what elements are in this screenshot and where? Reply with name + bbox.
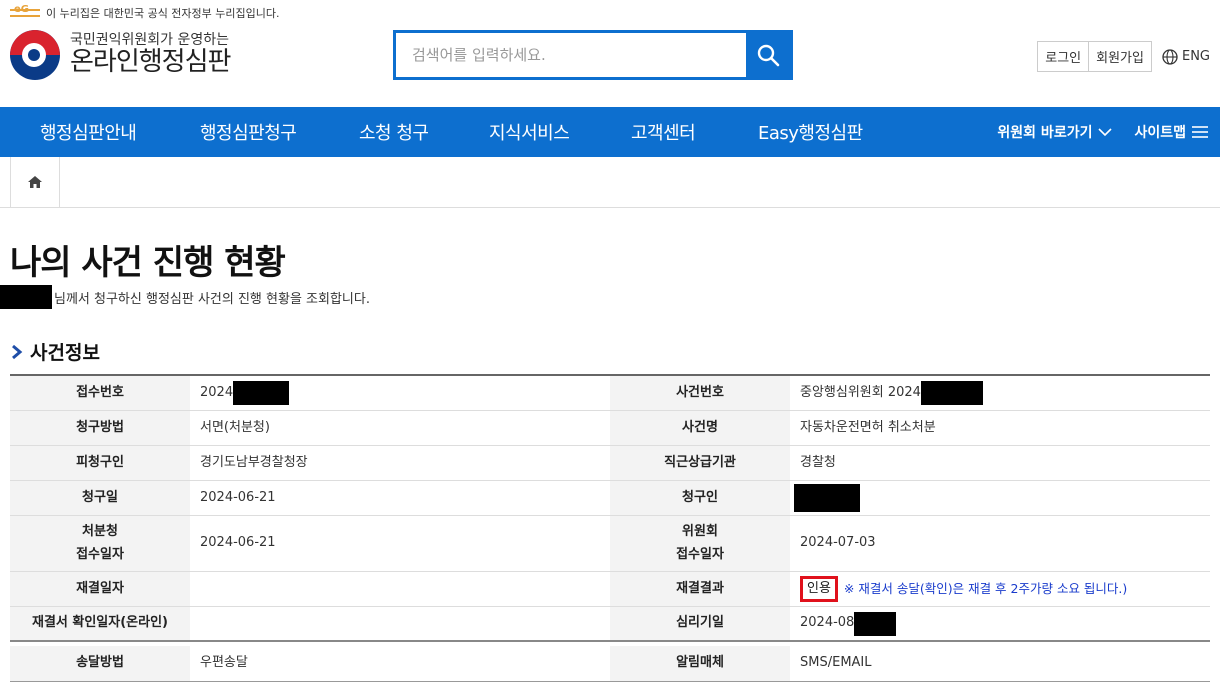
case-no-text: 중앙행심위원회 2024 [800, 384, 921, 400]
site-logo[interactable]: 국민권익위원회가 운영하는 온라인행정심판 [10, 30, 231, 80]
table-row: 피청구인 경기도남부경찰청장 직근상급기관 경찰청 [10, 446, 1210, 481]
search-box [393, 30, 793, 80]
table-row: 청구방법 서면(처분청) 사건명 자동차운전면허 취소처분 [10, 411, 1210, 446]
table-row: 송달방법 우편송달 알림매체 SMS/EMAIL [10, 646, 1210, 682]
page-description: 님께서 청구하신 행정심판 사건의 진행 현황을 조회합니다. [0, 285, 370, 309]
receipt-no-text: 2024 [200, 384, 234, 400]
label-agency-date: 처분청접수일자 [10, 516, 190, 571]
table-row: 접수번호 2024 사건번호 중앙행심위원회 2024 [10, 376, 1210, 411]
table-row: 처분청접수일자 2024-06-21 위원회접수일자 2024-07-03 [10, 516, 1210, 572]
search-input[interactable] [396, 33, 746, 77]
chevron-down-icon [1098, 128, 1113, 137]
case-info-table: 접수번호 2024 사건번호 중앙행심위원회 2024 청구방법 서면(처분청)… [10, 374, 1210, 682]
value-claim-date: 2024-06-21 [200, 489, 276, 505]
eg-logo-icon: eG [10, 4, 40, 19]
label-line: 접수일자 [76, 546, 124, 562]
value-notify: SMS/EMAIL [800, 655, 872, 671]
value-respondent: 경기도남부경찰청장 [200, 454, 308, 470]
sitemap-button[interactable]: 사이트맵 [1134, 122, 1208, 142]
value-ruling-date [190, 572, 610, 606]
home-button[interactable] [10, 157, 60, 207]
value-delivery: 우편송달 [200, 655, 248, 671]
login-button[interactable]: 로그인 [1037, 41, 1090, 72]
value-confirm-date [190, 607, 610, 640]
nav-item-guide[interactable]: 행정심판안내 [40, 107, 137, 157]
redacted-block [233, 381, 290, 405]
label-claim-date: 청구일 [10, 481, 190, 515]
ruling-notice: ※ 재결서 송달(확인)은 재결 후 2주가량 소요 됩니다.) [843, 581, 1128, 597]
ruling-result-badge: 인용 [800, 576, 838, 602]
gov-notice-text: 이 누리집은 대한민국 공식 전자정부 누리집입니다. [46, 7, 280, 20]
value-method: 서면(처분청) [200, 419, 270, 435]
label-ruling-date: 재결일자 [10, 572, 190, 606]
government-emblem-icon [10, 30, 60, 80]
value-committee-date: 2024-07-03 [800, 535, 876, 551]
value-case-no: 중앙행심위원회 2024 [790, 376, 1210, 410]
label-method: 청구방법 [10, 411, 190, 445]
label-ruling-result: 재결결과 [610, 572, 790, 606]
label-claimant: 청구인 [610, 481, 790, 515]
redacted-block [794, 484, 860, 512]
hearing-date-text: 2024-08 [800, 615, 855, 631]
utility-menu: 로그인 회원가입 ENG [1037, 41, 1210, 72]
committee-shortcut-label: 위원회 바로가기 [997, 125, 1093, 141]
label-delivery: 송달방법 [10, 646, 190, 681]
label-superior: 직근상급기관 [610, 446, 790, 480]
sitemap-label: 사이트맵 [1134, 125, 1186, 141]
nav-item-petition[interactable]: 행정심판청구 [200, 107, 297, 157]
label-committee-date: 위원회접수일자 [610, 516, 790, 571]
logo-title: 온라인행정심판 [70, 47, 231, 78]
chevron-right-icon [12, 344, 23, 359]
value-agency-date: 2024-06-21 [200, 535, 276, 551]
join-button[interactable]: 회원가입 [1089, 41, 1152, 72]
nav-item-knowledge[interactable]: 지식서비스 [489, 107, 570, 157]
value-case-name: 자동차운전면허 취소처분 [800, 419, 936, 435]
value-superior: 경찰청 [800, 454, 836, 470]
home-icon [28, 176, 42, 188]
value-ruling-result: 인용 ※ 재결서 송달(확인)은 재결 후 2주가량 소요 됩니다.) [790, 572, 1210, 606]
logo-subtitle: 국민권익위원회가 운영하는 [70, 32, 230, 48]
nav-item-appeal[interactable]: 소청 청구 [359, 107, 429, 157]
value-receipt-no: 2024 [190, 376, 610, 410]
label-case-name: 사건명 [610, 411, 790, 445]
label-notify: 알림매체 [610, 646, 790, 681]
section-title-text: 사건정보 [30, 342, 100, 364]
menu-icon [1192, 126, 1208, 138]
table-row: 재결서 확인일자(온라인) 심리기일 2024-08 [10, 607, 1210, 642]
label-hearing-date: 심리기일 [610, 607, 790, 640]
language-label: ENG [1181, 49, 1210, 64]
redacted-name [0, 285, 52, 309]
search-icon [757, 44, 780, 67]
label-case-no: 사건번호 [610, 376, 790, 410]
label-respondent: 피청구인 [10, 446, 190, 480]
label-line: 처분청 [82, 524, 118, 540]
breadcrumb [0, 157, 1220, 208]
nav-item-support[interactable]: 고객센터 [631, 107, 696, 157]
section-title: 사건정보 [10, 338, 100, 365]
search-button[interactable] [746, 33, 790, 77]
label-line: 접수일자 [676, 546, 724, 562]
main-navigation: 행정심판안내 행정심판청구 소청 청구 지식서비스 고객센터 Easy행정심판 … [0, 107, 1220, 157]
value-claimant [790, 481, 1210, 515]
redacted-block [920, 381, 983, 405]
page-title: 나의 사건 진행 현황 [10, 243, 286, 283]
table-row: 재결일자 재결결과 인용 ※ 재결서 송달(확인)은 재결 후 2주가량 소요 … [10, 572, 1210, 607]
gov-notice: eG 이 누리집은 대한민국 공식 전자정부 누리집입니다. [10, 4, 280, 22]
label-receipt-no: 접수번호 [10, 376, 190, 410]
committee-shortcut[interactable]: 위원회 바로가기 [997, 122, 1113, 142]
table-row: 청구일 2024-06-21 청구인 [10, 481, 1210, 516]
language-button[interactable]: ENG [1162, 48, 1210, 65]
value-hearing-date: 2024-08 [790, 607, 1210, 640]
nav-item-easy[interactable]: Easy행정심판 [758, 107, 863, 157]
label-confirm-date: 재결서 확인일자(온라인) [10, 607, 190, 640]
page-description-text: 님께서 청구하신 행정심판 사건의 진행 현황을 조회합니다. [54, 291, 370, 307]
redacted-block [854, 611, 897, 636]
label-line: 위원회 [682, 524, 718, 540]
globe-icon [1162, 48, 1178, 65]
